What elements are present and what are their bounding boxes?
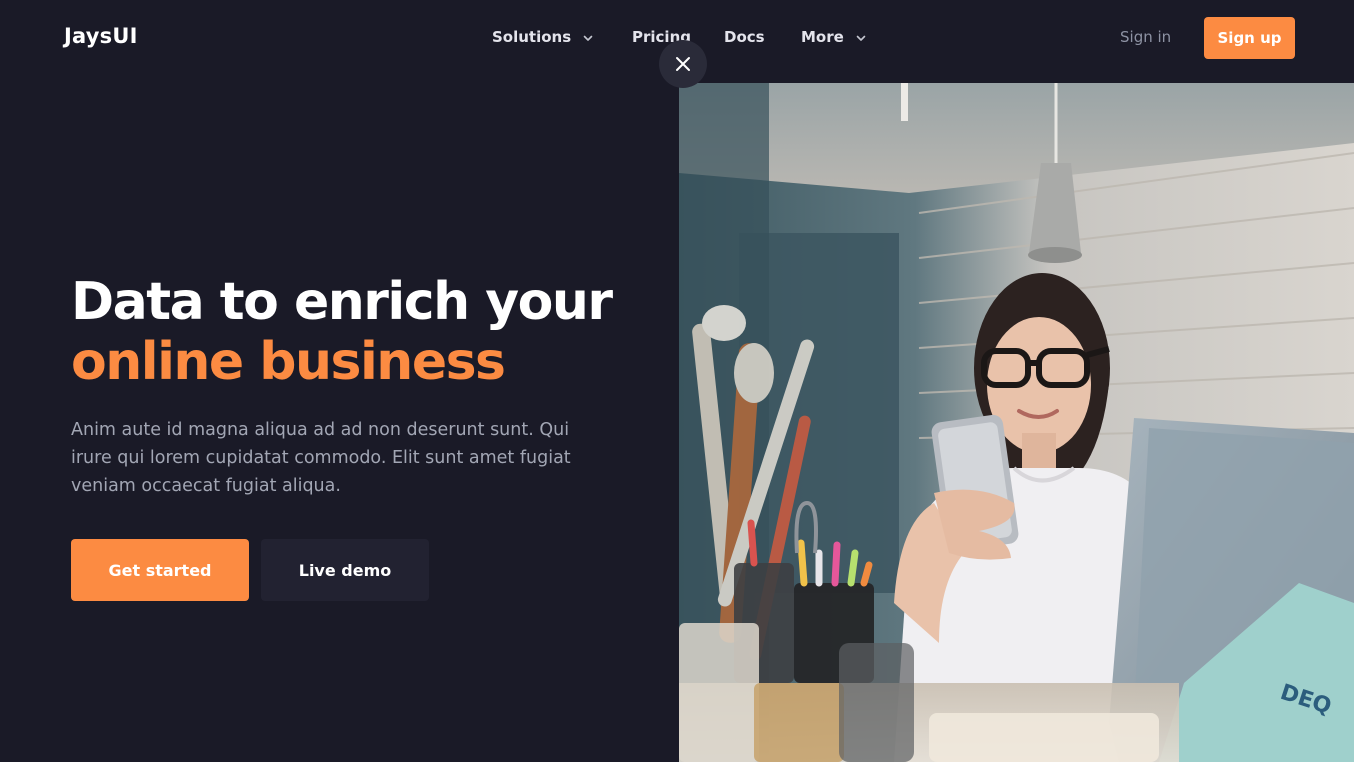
nav-item-solutions[interactable]: Solutions [492,28,593,46]
chevron-down-icon [856,35,866,41]
close-button[interactable] [659,40,707,88]
woman-with-phone-illustration: DEQ [679,83,1354,762]
hero-description: Anim aute id magna aliqua ad ad non dese… [71,420,571,496]
nav-item-label: More [801,28,844,46]
logo[interactable]: JaysUI [64,24,138,48]
nav-item-label: Docs [724,28,765,46]
hero-title-accent: online business [71,332,506,392]
nav-item-docs[interactable]: Docs [724,28,765,46]
sign-in-link[interactable]: Sign in [1120,28,1171,46]
live-demo-button[interactable]: Live demo [261,539,429,601]
get-started-button[interactable]: Get started [71,539,249,601]
hero-title-line1: Data to enrich your [71,272,613,332]
chevron-down-icon [583,35,593,41]
landing-page: JaysUI Solutions Pricing Docs More Sign … [0,0,1354,762]
nav-item-more[interactable]: More [801,28,866,46]
sign-up-button[interactable]: Sign up [1204,17,1295,59]
hero-title: Data to enrich your online business [71,272,613,392]
hero-image: DEQ [679,83,1354,762]
nav-item-label: Solutions [492,28,572,46]
close-icon [676,57,690,71]
